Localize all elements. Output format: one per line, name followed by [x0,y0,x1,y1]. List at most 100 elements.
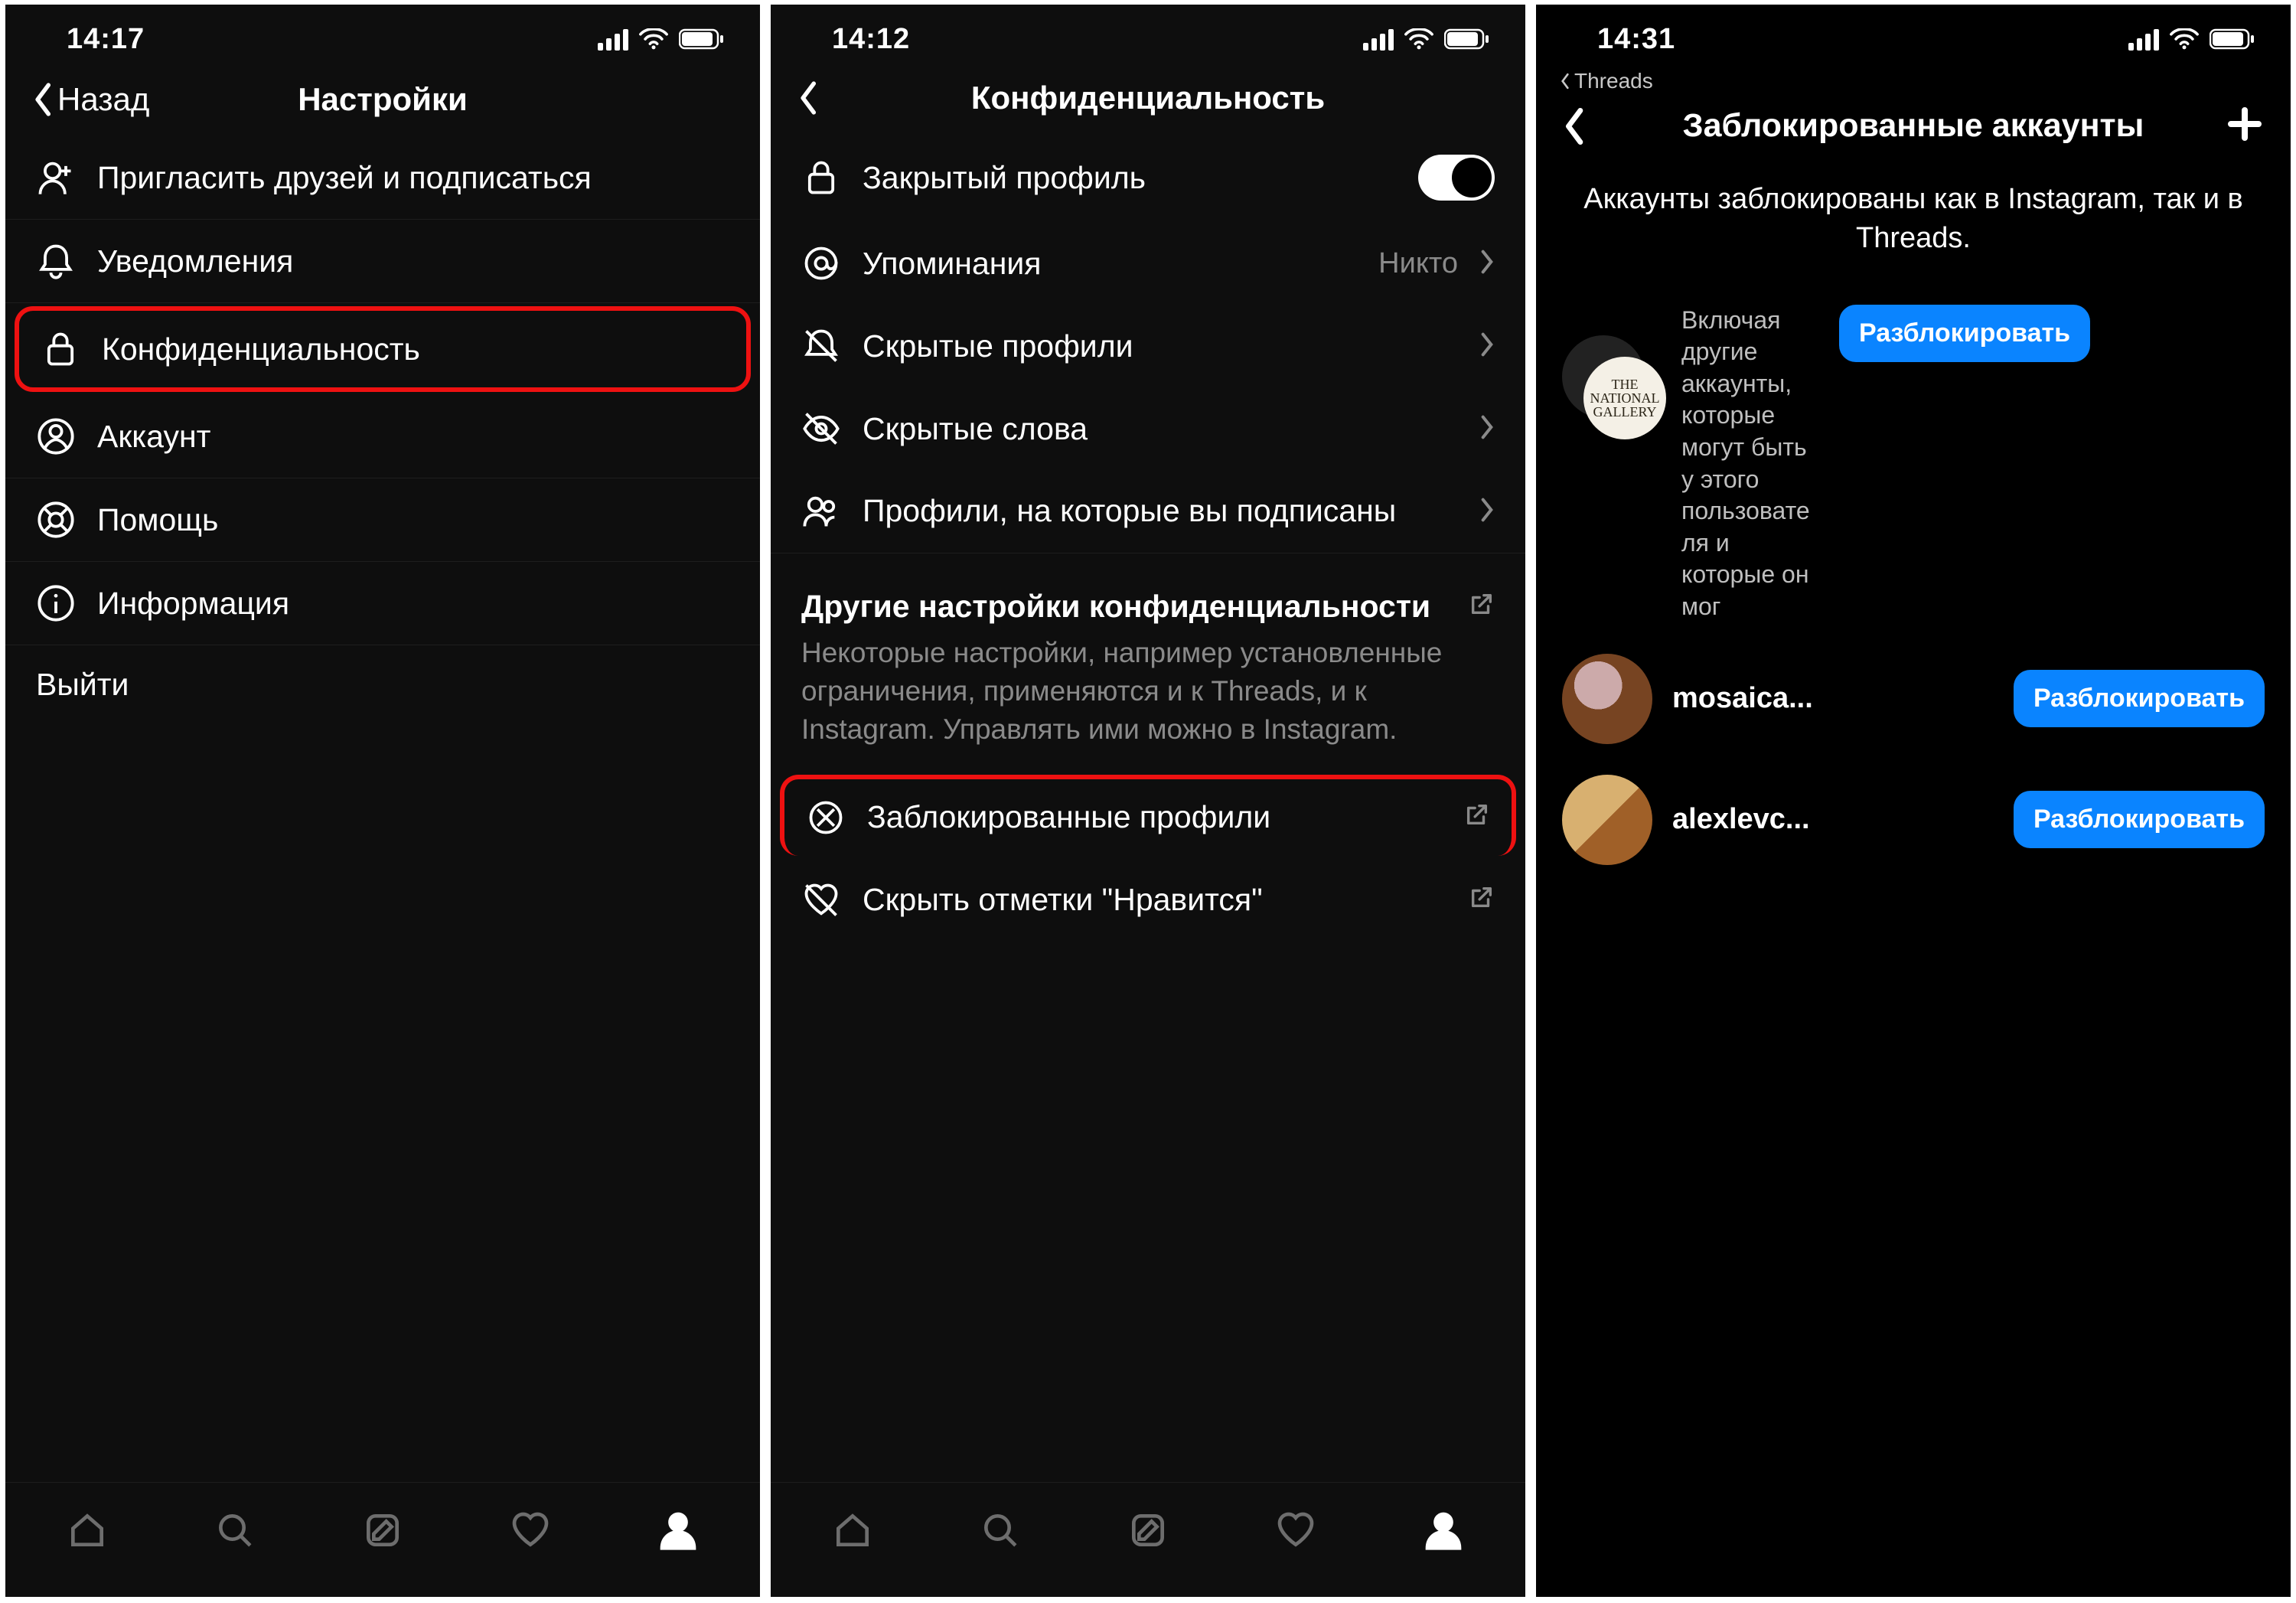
tab-activity[interactable] [1274,1509,1317,1556]
at-icon [801,243,841,283]
tab-home[interactable] [66,1509,109,1556]
tab-profile[interactable] [657,1509,700,1556]
page-title: Конфиденциальность [771,80,1525,116]
status-time: 14:31 [1597,23,1675,56]
wifi-icon [2170,28,2199,50]
status-bar: 14:17 [5,5,760,73]
section-other-privacy[interactable]: Другие настройки конфиденциальности [771,553,1525,629]
external-link-icon [1469,882,1495,918]
chevron-right-icon [1479,328,1495,364]
logout-label: Выйти [36,667,729,703]
row-label: Упоминания [863,246,1357,282]
cellular-icon [1363,28,1394,51]
add-user-icon [36,158,76,198]
nav-header: Заблокированные аккаунты [1536,98,2291,165]
account-name: mosaica... [1672,682,1994,715]
battery-icon [679,28,725,50]
add-blocked-button[interactable] [2226,106,2263,146]
row-hidden-words[interactable]: Скрытые слова [771,387,1525,470]
tab-activity[interactable] [509,1509,552,1556]
blocked-banner: Аккаунты заблокированы как в Instagram, … [1536,165,2291,289]
private-profile-toggle[interactable] [1418,155,1495,201]
row-label: Уведомления [97,243,729,279]
heart-off-icon [801,880,841,920]
breadcrumb-label: Threads [1574,69,1653,93]
app-breadcrumb[interactable]: Threads [1536,69,2291,98]
page-title: Заблокированные аккаунты [1536,107,2291,145]
row-following[interactable]: Профили, на которые вы подписаны [771,470,1525,553]
account-description: Включая другие аккаунты, которые могут б… [1681,305,1819,623]
status-icons [2128,28,2255,51]
screen-blocked-accounts: 14:31 Threads Заблокированные аккаунты А… [1536,5,2291,1597]
row-privacy[interactable]: Конфиденциальность [15,306,751,392]
chevron-right-icon [1479,411,1495,447]
back-button[interactable]: Назад [33,81,149,118]
lifebuoy-icon [36,500,76,540]
row-label: Профили, на которые вы подписаны [863,491,1458,531]
tab-bar [5,1482,760,1597]
status-icons [598,28,725,51]
avatar [1562,654,1652,744]
unblock-button[interactable]: Разблокировать [2014,791,2265,848]
section-description: Некоторые настройки, например установлен… [771,629,1525,772]
unblock-button[interactable]: Разблокировать [1839,305,2090,362]
blocked-account-row: alexlevc... Разблокировать [1536,759,2291,880]
row-label: Помощь [97,502,729,538]
row-mentions[interactable]: Упоминания Никто [771,222,1525,305]
row-help[interactable]: Помощь [5,478,760,562]
row-info[interactable]: Информация [5,562,760,645]
back-button[interactable] [798,81,820,115]
row-notifications[interactable]: Уведомления [5,220,760,303]
tab-search[interactable] [214,1509,256,1556]
lock-icon [801,158,841,198]
row-label: Скрытые профили [863,328,1458,364]
nav-header: Назад Настройки [5,73,760,136]
back-label: Назад [57,81,149,118]
bell-icon [36,241,76,281]
status-time: 14:17 [67,23,145,56]
row-label: Скрыть отметки "Нравится" [863,882,1447,918]
cellular-icon [598,28,628,51]
tab-compose[interactable] [1127,1509,1169,1556]
tab-search[interactable] [979,1509,1022,1556]
section-title-text: Другие настройки конфиденциальности [801,589,1430,625]
battery-icon [1444,28,1490,50]
battery-icon [2210,28,2255,50]
row-label: Аккаунт [97,419,729,455]
row-blocked-profiles[interactable]: Заблокированные профили [780,775,1516,856]
row-account[interactable]: Аккаунт [5,395,760,478]
wifi-icon [1404,28,1433,50]
status-bar: 14:31 [1536,5,2291,73]
row-invite-friends[interactable]: Пригласить друзей и подписаться [5,136,760,220]
user-circle-icon [36,416,76,456]
row-label: Скрытые слова [863,411,1458,447]
row-hidden-profiles[interactable]: Скрытые профили [771,305,1525,387]
row-private-profile[interactable]: Закрытый профиль [771,133,1525,222]
unblock-button[interactable]: Разблокировать [2014,670,2265,727]
row-logout[interactable]: Выйти [5,645,760,724]
row-label: Заблокированные профили [867,799,1443,835]
bell-off-icon [801,326,841,366]
tab-bar [771,1482,1525,1597]
avatar: THE NATIONAL GALLERY [1562,335,1662,435]
screen-privacy: 14:12 Конфиденциальность Закрытый профил… [771,5,1525,1597]
info-icon [36,583,76,623]
back-button[interactable] [1564,108,1587,145]
blocked-account-row: THE NATIONAL GALLERY Включая другие акка… [1536,289,2291,638]
tab-compose[interactable] [361,1509,404,1556]
users-icon [801,491,841,531]
external-link-icon [1464,799,1490,835]
blocked-account-row: mosaica... Разблокировать [1536,638,2291,759]
eye-off-icon [801,409,841,449]
row-label: Пригласить друзей и подписаться [97,160,729,196]
screen-settings: 14:17 Назад Настройки Пригласить друзей … [5,5,760,1597]
lock-icon [41,329,80,369]
tab-home[interactable] [831,1509,874,1556]
row-label: Информация [97,586,729,622]
row-value: Никто [1378,247,1458,280]
row-hide-likes[interactable]: Скрыть отметки "Нравится" [771,859,1525,942]
tab-profile[interactable] [1422,1509,1465,1556]
cellular-icon [2128,28,2159,51]
row-label: Конфиденциальность [102,331,725,367]
status-bar: 14:12 [771,5,1525,73]
